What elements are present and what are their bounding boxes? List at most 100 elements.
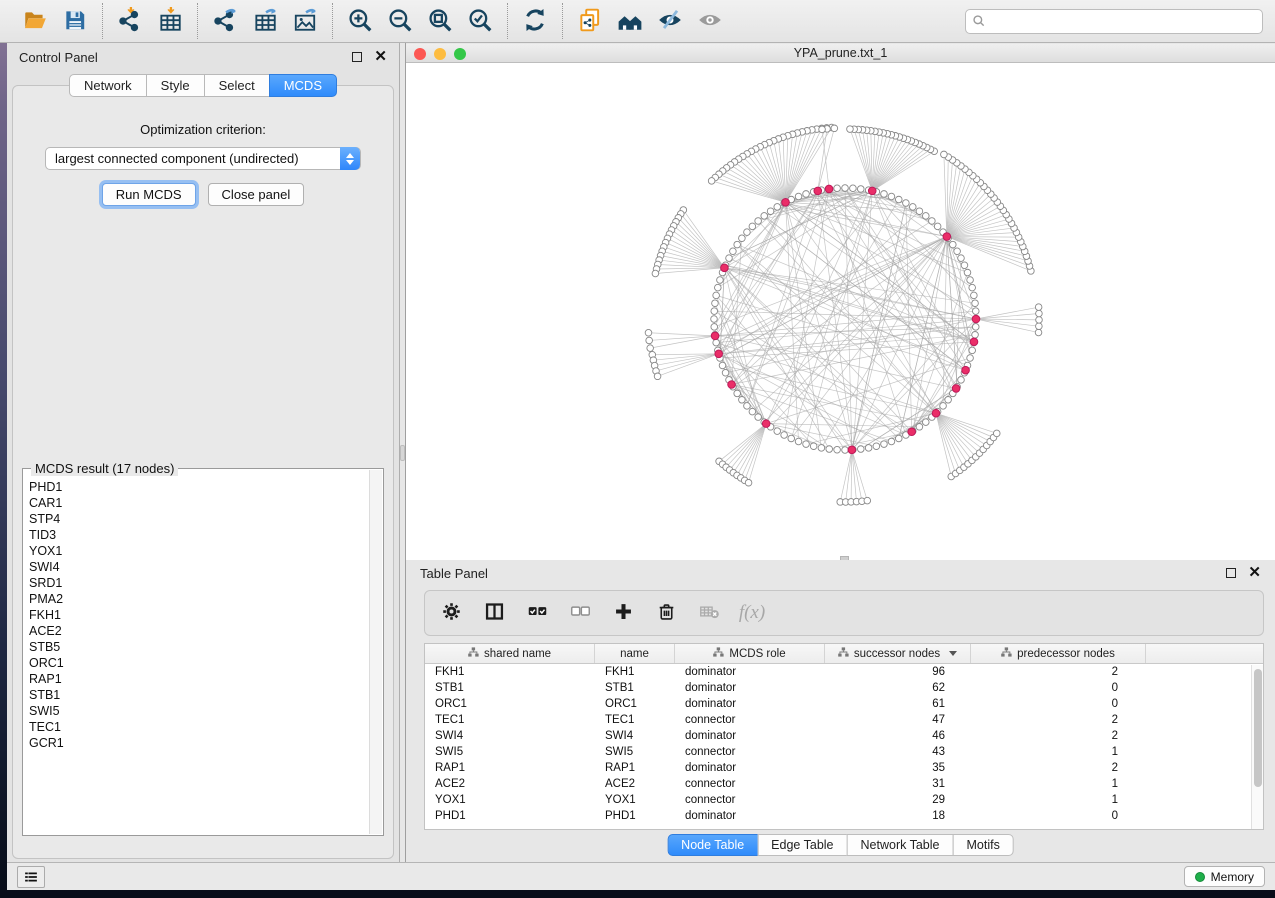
tab-edge-table[interactable]: Edge Table [757,834,847,856]
table-row[interactable]: FKH1FKH1dominator962 [425,664,1263,680]
close-panel-button[interactable]: Close panel [208,183,305,206]
first-neighbors-button[interactable] [613,5,647,37]
refresh-layout-button[interactable] [518,5,552,37]
clone-network-button[interactable] [573,5,607,37]
delete-columns-icon [656,601,677,625]
table-scrollbar-thumb[interactable] [1254,669,1262,787]
export-image-button[interactable] [288,5,322,37]
cell-successor-nodes: 31 [825,776,971,792]
zoom-in-button[interactable] [343,5,377,37]
import-network-button[interactable] [113,5,147,37]
tab-network[interactable]: Network [69,74,147,97]
mcds-node-item[interactable]: SWI4 [29,559,369,575]
mcds-node-item[interactable]: ORC1 [29,655,369,671]
cell-name: SWI4 [595,728,675,744]
column-header-MCDS-role[interactable]: MCDS role [675,644,825,663]
mcds-node-item[interactable]: ACE2 [29,623,369,639]
mcds-node-item[interactable]: SWI5 [29,703,369,719]
show-all-icon [697,7,723,36]
mcds-node-item[interactable]: CAR1 [29,495,369,511]
run-mcds-button[interactable]: Run MCDS [102,183,196,206]
close-window-icon[interactable] [414,48,426,60]
cell-MCDS-role: dominator [675,728,825,744]
zoom-selected-button[interactable] [463,5,497,37]
refresh-layout-icon [522,7,548,36]
mcds-node-item[interactable]: TID3 [29,527,369,543]
delete-columns-button[interactable] [652,599,680,627]
split-view-icon [484,601,505,625]
mcds-node-item[interactable]: FKH1 [29,607,369,623]
mcds-node-item[interactable]: STB5 [29,639,369,655]
float-panel-icon[interactable] [352,52,362,62]
table-scrollbar[interactable] [1251,665,1263,829]
split-view-button[interactable] [480,599,508,627]
open-session-button[interactable] [18,5,52,37]
close-table-panel-icon[interactable]: ✕ [1248,568,1261,578]
table-row[interactable]: PHD1PHD1dominator180 [425,808,1263,824]
import-table-button[interactable] [153,5,187,37]
table-settings-button[interactable] [437,599,465,627]
maximize-window-icon[interactable] [454,48,466,60]
column-header-name[interactable]: name [595,644,675,663]
tab-select[interactable]: Select [204,74,270,97]
column-header-shared-name[interactable]: shared name [425,644,595,663]
show-all-button[interactable] [693,5,727,37]
deselect-all-columns-button[interactable] [566,599,594,627]
cell-predecessor-nodes: 1 [971,776,1146,792]
mcds-node-item[interactable]: PHD1 [29,479,369,495]
main-toolbar [0,0,1275,43]
column-label: shared name [484,648,551,660]
cell-name: FKH1 [595,664,675,680]
column-type-icon [713,647,724,661]
column-header-predecessor-nodes[interactable]: predecessor nodes [971,644,1146,663]
zoom-fit-button[interactable] [423,5,457,37]
tab-network-table[interactable]: Network Table [847,834,954,856]
select-all-columns-button[interactable] [523,599,551,627]
mcds-node-item[interactable]: GCR1 [29,735,369,751]
minimize-window-icon[interactable] [434,48,446,60]
table-row[interactable]: YOX1YOX1connector291 [425,792,1263,808]
tab-style[interactable]: Style [146,74,205,97]
export-network-button[interactable] [208,5,242,37]
cell-predecessor-nodes: 1 [971,744,1146,760]
optimization-criterion-select[interactable]: largest connected component (undirected) [45,147,361,170]
search-input[interactable] [965,9,1263,34]
column-header-successor-nodes[interactable]: successor nodes [825,644,971,663]
float-table-panel-icon[interactable] [1226,568,1236,578]
add-column-button[interactable] [609,599,637,627]
task-history-button[interactable] [17,866,45,888]
mcds-node-item[interactable]: SRD1 [29,575,369,591]
network-graph[interactable] [406,63,1275,560]
splitter-grip[interactable] [400,445,405,461]
network-canvas[interactable] [406,63,1275,560]
tab-node-table[interactable]: Node Table [667,834,758,856]
close-panel-icon[interactable]: ✕ [374,52,387,62]
cell-successor-nodes: 47 [825,712,971,728]
mcds-result-scrollbar[interactable] [369,470,382,834]
tab-mcds[interactable]: MCDS [269,74,337,97]
table-row[interactable]: SWI4SWI4dominator462 [425,728,1263,744]
table-row[interactable]: TEC1TEC1connector472 [425,712,1263,728]
tab-motifs[interactable]: Motifs [952,834,1013,856]
table-row[interactable]: STB1STB1dominator620 [425,680,1263,696]
import-table-icon [157,7,183,36]
cell-name: STB1 [595,680,675,696]
zoom-out-button[interactable] [383,5,417,37]
clone-network-icon [577,7,603,36]
mcds-node-item[interactable]: TEC1 [29,719,369,735]
hide-selected-button[interactable] [653,5,687,37]
table-row[interactable]: SWI5SWI5connector431 [425,744,1263,760]
mcds-node-item[interactable]: STB1 [29,687,369,703]
mcds-node-item[interactable]: YOX1 [29,543,369,559]
table-row[interactable]: RAP1RAP1dominator352 [425,760,1263,776]
mcds-node-item[interactable]: PMA2 [29,591,369,607]
table-row[interactable]: ACE2ACE2connector311 [425,776,1263,792]
table-row[interactable]: ORC1ORC1dominator610 [425,696,1263,712]
mcds-node-item[interactable]: STP4 [29,511,369,527]
memory-button[interactable]: Memory [1184,866,1265,887]
mcds-node-item[interactable]: RAP1 [29,671,369,687]
mcds-result-list[interactable]: PHD1CAR1STP4TID3YOX1SWI4SRD1PMA2FKH1ACE2… [24,475,369,834]
save-session-button[interactable] [58,5,92,37]
cell-shared-name: ACE2 [425,776,595,792]
export-table-button[interactable] [248,5,282,37]
